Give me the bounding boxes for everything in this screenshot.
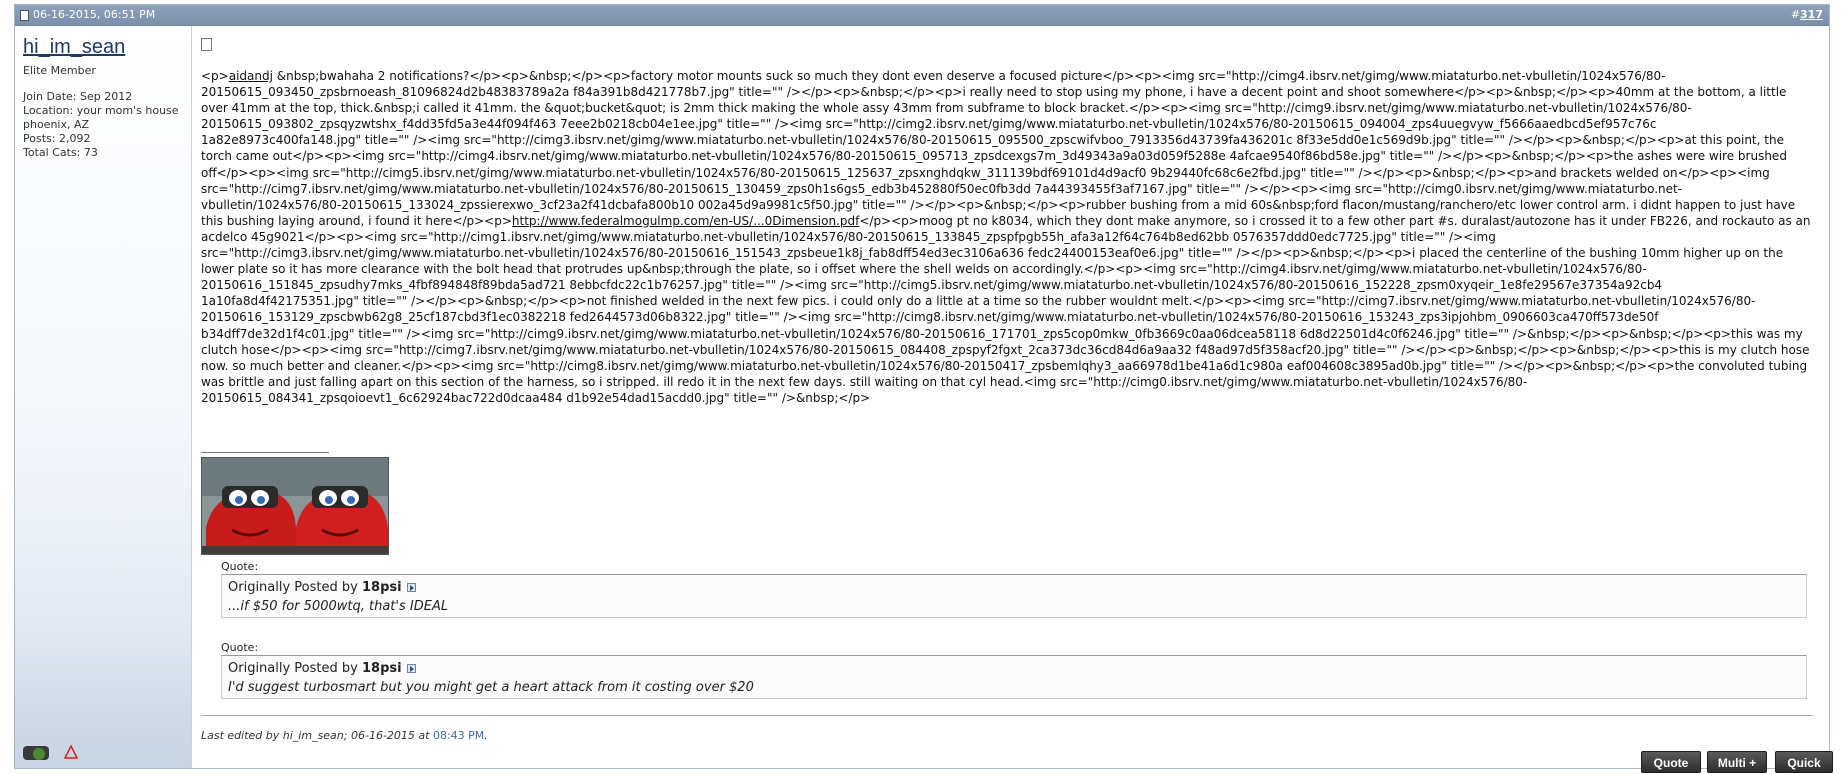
multi-quote-button[interactable]: Multi + bbox=[1707, 751, 1767, 773]
user-location: Location: your mom's house phoenix, AZ bbox=[23, 104, 179, 131]
view-post-icon[interactable] bbox=[406, 664, 416, 673]
forum-post: 06-16-2015, 06:51 PM #317 hi_im_sean Eli… bbox=[14, 4, 1833, 773]
edited-suffix: . bbox=[484, 729, 488, 742]
quick-reply-button[interactable]: Quick bbox=[1775, 751, 1833, 773]
quote-by-label: Originally Posted by bbox=[228, 661, 358, 676]
pdf-link[interactable]: http://www.federalmogulmp.com/en-US/...0… bbox=[512, 214, 859, 228]
user-info: Join Date: Sep 2012 Location: your mom's… bbox=[23, 90, 183, 160]
join-date: Join Date: Sep 2012 bbox=[23, 90, 133, 103]
quote-label: Quote: bbox=[221, 560, 259, 573]
post-status-icon bbox=[20, 10, 29, 21]
message-text-1: <p> bbox=[201, 69, 229, 83]
quote-block: Originally Posted by 18psi I'd suggest t… bbox=[221, 655, 1807, 699]
post-icon bbox=[201, 38, 212, 51]
user-title: Elite Member bbox=[23, 64, 96, 77]
post-count: Posts: 2,092 bbox=[23, 132, 91, 145]
post-number-prefix: # bbox=[1790, 8, 1801, 21]
post-content: <p>aidandj &nbsp;bwahaha 2 notifications… bbox=[197, 26, 1833, 773]
last-edited-note: Last edited by hi_im_sean; 06-16-2015 at… bbox=[201, 729, 488, 742]
mention-link[interactable]: aidandj bbox=[229, 69, 273, 83]
post-message: <p>aidandj &nbsp;bwahaha 2 notifications… bbox=[201, 68, 1813, 406]
username-link[interactable]: hi_im_sean bbox=[23, 36, 125, 59]
cartoon-cars-image bbox=[202, 458, 388, 554]
user-sidebar: hi_im_sean Elite Member Join Date: Sep 2… bbox=[15, 26, 192, 768]
quote-block: Originally Posted by 18psi ...if $50 for… bbox=[221, 574, 1807, 618]
post-number-link[interactable]: #317 bbox=[1791, 8, 1823, 21]
edited-time: 08:43 PM bbox=[432, 729, 485, 742]
post-date: 06-16-2015, 06:51 PM bbox=[33, 8, 156, 21]
quote-button[interactable]: Quote bbox=[1641, 751, 1701, 773]
quote-text: ...if $50 for 5000wtq, that's IDEAL bbox=[228, 599, 449, 614]
online-status-icon bbox=[23, 744, 79, 760]
quote-author: 18psi bbox=[361, 580, 402, 595]
quote-label: Quote: bbox=[221, 641, 259, 654]
edit-divider bbox=[201, 715, 1813, 716]
edited-by-text: Last edited by hi_im_sean; 06-16-2015 at bbox=[201, 729, 433, 742]
quote-attribution: Originally Posted by 18psi bbox=[228, 661, 416, 676]
message-text-2: &nbsp;bwahaha 2 notifications?</p><p>&nb… bbox=[201, 69, 1796, 228]
quote-attribution: Originally Posted by 18psi bbox=[228, 580, 416, 595]
quote-author: 18psi bbox=[361, 661, 402, 676]
message-text-3: </p><p>moog pt no k8034, which they dont… bbox=[201, 213, 1811, 405]
view-post-icon[interactable] bbox=[406, 583, 416, 592]
signature-divider bbox=[201, 452, 329, 453]
quote-by-label: Originally Posted by bbox=[228, 580, 358, 595]
signature-image bbox=[201, 457, 389, 555]
quote-text: I'd suggest turbosmart but you might get… bbox=[228, 680, 754, 695]
total-cats: Total Cats: 73 bbox=[23, 146, 98, 159]
user-status-icons bbox=[23, 742, 83, 764]
post-header-bar: 06-16-2015, 06:51 PM #317 bbox=[15, 5, 1829, 26]
post-number[interactable]: 317 bbox=[1800, 8, 1823, 21]
